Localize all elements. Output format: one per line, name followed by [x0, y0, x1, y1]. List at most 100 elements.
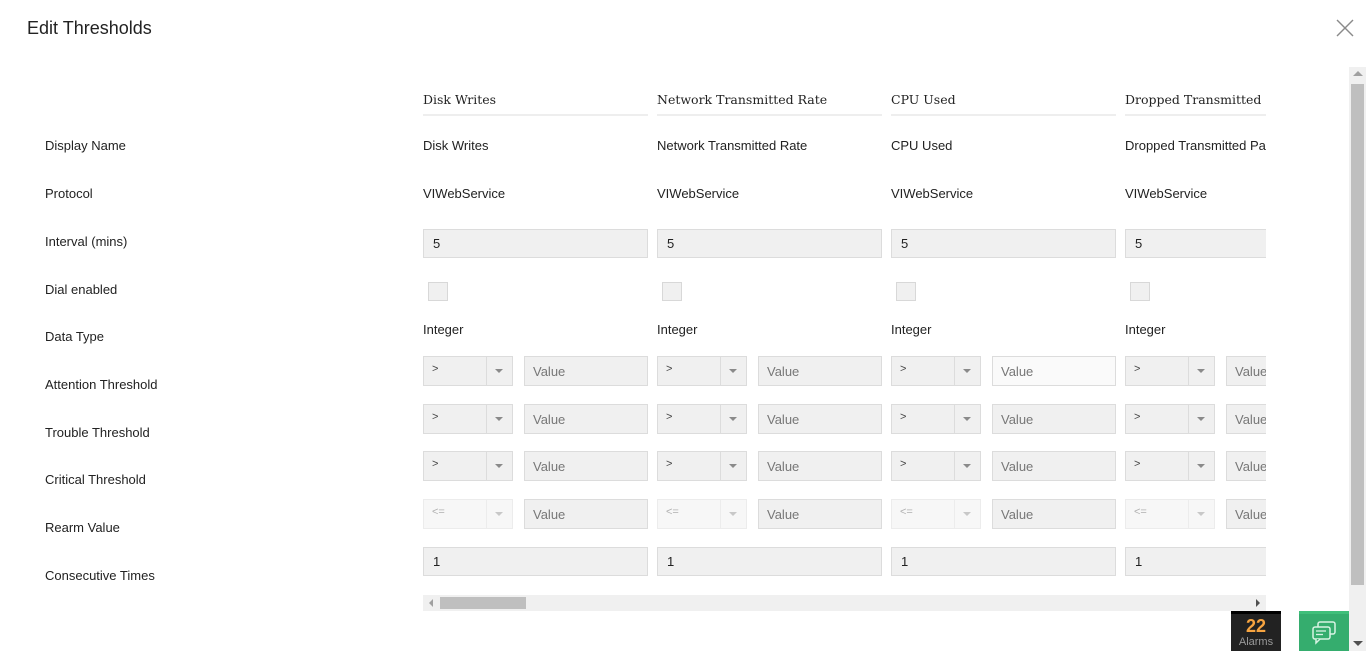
critical-value-input[interactable]: Value	[524, 451, 648, 481]
dial-enabled-checkbox[interactable]	[896, 282, 916, 301]
rearm-operator-select: <=	[1125, 499, 1215, 529]
trouble-operator-value: >	[1134, 411, 1141, 423]
rearm-operator-value: <=	[900, 506, 913, 518]
vertical-scroll-thumb[interactable]	[1351, 84, 1364, 585]
alarms-count: 22	[1245, 616, 1267, 636]
horizontal-scrollbar[interactable]	[423, 595, 1266, 611]
trouble-value-input[interactable]: Value	[758, 404, 882, 434]
attention-operator-value: >	[900, 363, 907, 375]
label-consecutive-times: Consecutive Times	[45, 568, 155, 583]
critical-operator-select[interactable]: >	[657, 451, 747, 481]
chevron-down-icon	[495, 369, 503, 373]
protocol-value: VIWebService	[1125, 186, 1208, 201]
attention-operator-value: >	[432, 363, 439, 375]
attention-value-input[interactable]: Value	[758, 356, 882, 386]
trouble-operator-select[interactable]: >	[891, 404, 981, 434]
chevron-down-icon	[729, 417, 737, 421]
trouble-operator-select[interactable]: >	[1125, 404, 1215, 434]
critical-operator-select[interactable]: >	[891, 451, 981, 481]
label-rearm-value: Rearm Value	[45, 520, 120, 535]
consecutive-times-input[interactable]: 1	[657, 547, 882, 576]
label-dial-enabled: Dial enabled	[45, 282, 118, 297]
critical-operator-select[interactable]: >	[423, 451, 513, 481]
rearm-operator-select: <=	[891, 499, 981, 529]
trouble-value-input[interactable]: Value	[1226, 404, 1266, 434]
attention-value-input[interactable]: Value	[524, 356, 648, 386]
attention-value-input[interactable]: Value	[992, 356, 1116, 386]
chevron-down-icon	[963, 369, 971, 373]
critical-value-input[interactable]: Value	[992, 451, 1116, 481]
label-protocol: Protocol	[45, 186, 93, 201]
interval-input[interactable]: 5	[423, 229, 648, 258]
trouble-operator-select[interactable]: >	[657, 404, 747, 434]
display-name-value: CPU Used	[891, 138, 953, 153]
chevron-down-icon	[729, 512, 737, 516]
chevron-down-icon	[729, 369, 737, 373]
display-name-value: Dropped Transmitted Pac	[1125, 138, 1266, 153]
critical-operator-value: >	[666, 458, 673, 470]
chevron-down-icon	[1197, 512, 1205, 516]
attention-operator-select[interactable]: >	[423, 356, 513, 386]
alarms-button[interactable]: 22 Alarms	[1231, 611, 1281, 651]
close-icon	[1336, 19, 1354, 37]
column-header: CPU Used	[891, 92, 1116, 116]
data-type-value: Integer	[423, 322, 464, 337]
rearm-value-input[interactable]: Value	[524, 499, 648, 529]
chat-button[interactable]	[1299, 611, 1349, 651]
label-interval: Interval (mins)	[45, 234, 128, 249]
critical-operator-select[interactable]: >	[1125, 451, 1215, 481]
trouble-value-input[interactable]: Value	[524, 404, 648, 434]
dial-enabled-checkbox[interactable]	[662, 282, 682, 301]
critical-value-input[interactable]: Value	[758, 451, 882, 481]
column-header: Network Transmitted Rate	[657, 92, 882, 116]
rearm-value-input[interactable]: Value	[1226, 499, 1266, 529]
critical-operator-value: >	[1134, 458, 1141, 470]
scroll-up-arrow-icon[interactable]	[1353, 71, 1363, 76]
label-data-type: Data Type	[45, 329, 105, 344]
attention-operator-value: >	[666, 363, 673, 375]
scroll-down-arrow-icon[interactable]	[1353, 641, 1363, 646]
label-attention-threshold: Attention Threshold	[45, 377, 158, 392]
dial-enabled-checkbox[interactable]	[428, 282, 448, 301]
rearm-value-input[interactable]: Value	[992, 499, 1116, 529]
chevron-down-icon	[495, 512, 503, 516]
interval-input[interactable]: 5	[657, 229, 882, 258]
select-divider	[720, 500, 721, 528]
critical-operator-value: >	[900, 458, 907, 470]
label-critical-threshold: Critical Threshold	[45, 472, 146, 487]
protocol-value: VIWebService	[891, 186, 974, 201]
select-divider	[954, 405, 955, 433]
consecutive-times-input[interactable]: 1	[1125, 547, 1266, 576]
trouble-operator-select[interactable]: >	[423, 404, 513, 434]
column-header: Dropped Transmitted P	[1125, 92, 1266, 116]
close-button[interactable]	[1335, 18, 1355, 38]
rearm-value-input[interactable]: Value	[758, 499, 882, 529]
scroll-right-arrow-icon[interactable]	[1256, 599, 1260, 607]
trouble-operator-value: >	[432, 411, 439, 423]
column-header: Disk Writes	[423, 92, 648, 116]
critical-value-input[interactable]: Value	[1226, 451, 1266, 481]
consecutive-times-input[interactable]: 1	[891, 547, 1116, 576]
select-divider	[486, 452, 487, 480]
chevron-down-icon	[729, 464, 737, 468]
label-display-name: Display Name	[45, 138, 126, 153]
dial-enabled-checkbox[interactable]	[1130, 282, 1150, 301]
dialog-title: Edit Thresholds	[27, 18, 152, 38]
monitor-columns: Disk Writes Disk Writes VIWebService 5 Integ…	[423, 80, 1266, 590]
attention-operator-select[interactable]: >	[1125, 356, 1215, 386]
interval-input[interactable]: 5	[891, 229, 1116, 258]
vertical-scrollbar[interactable]	[1349, 67, 1366, 651]
data-type-value: Integer	[1125, 322, 1166, 337]
attention-operator-value: >	[1134, 363, 1141, 375]
trouble-operator-value: >	[666, 411, 673, 423]
attention-operator-select[interactable]: >	[891, 356, 981, 386]
scroll-left-arrow-icon[interactable]	[429, 599, 433, 607]
attention-value-input[interactable]: Value	[1226, 356, 1266, 386]
horizontal-scroll-thumb[interactable]	[440, 597, 526, 609]
trouble-value-input[interactable]: Value	[992, 404, 1116, 434]
chevron-down-icon	[1197, 417, 1205, 421]
display-name-value: Disk Writes	[423, 138, 489, 153]
consecutive-times-input[interactable]: 1	[423, 547, 648, 576]
attention-operator-select[interactable]: >	[657, 356, 747, 386]
interval-input[interactable]: 5	[1125, 229, 1266, 258]
